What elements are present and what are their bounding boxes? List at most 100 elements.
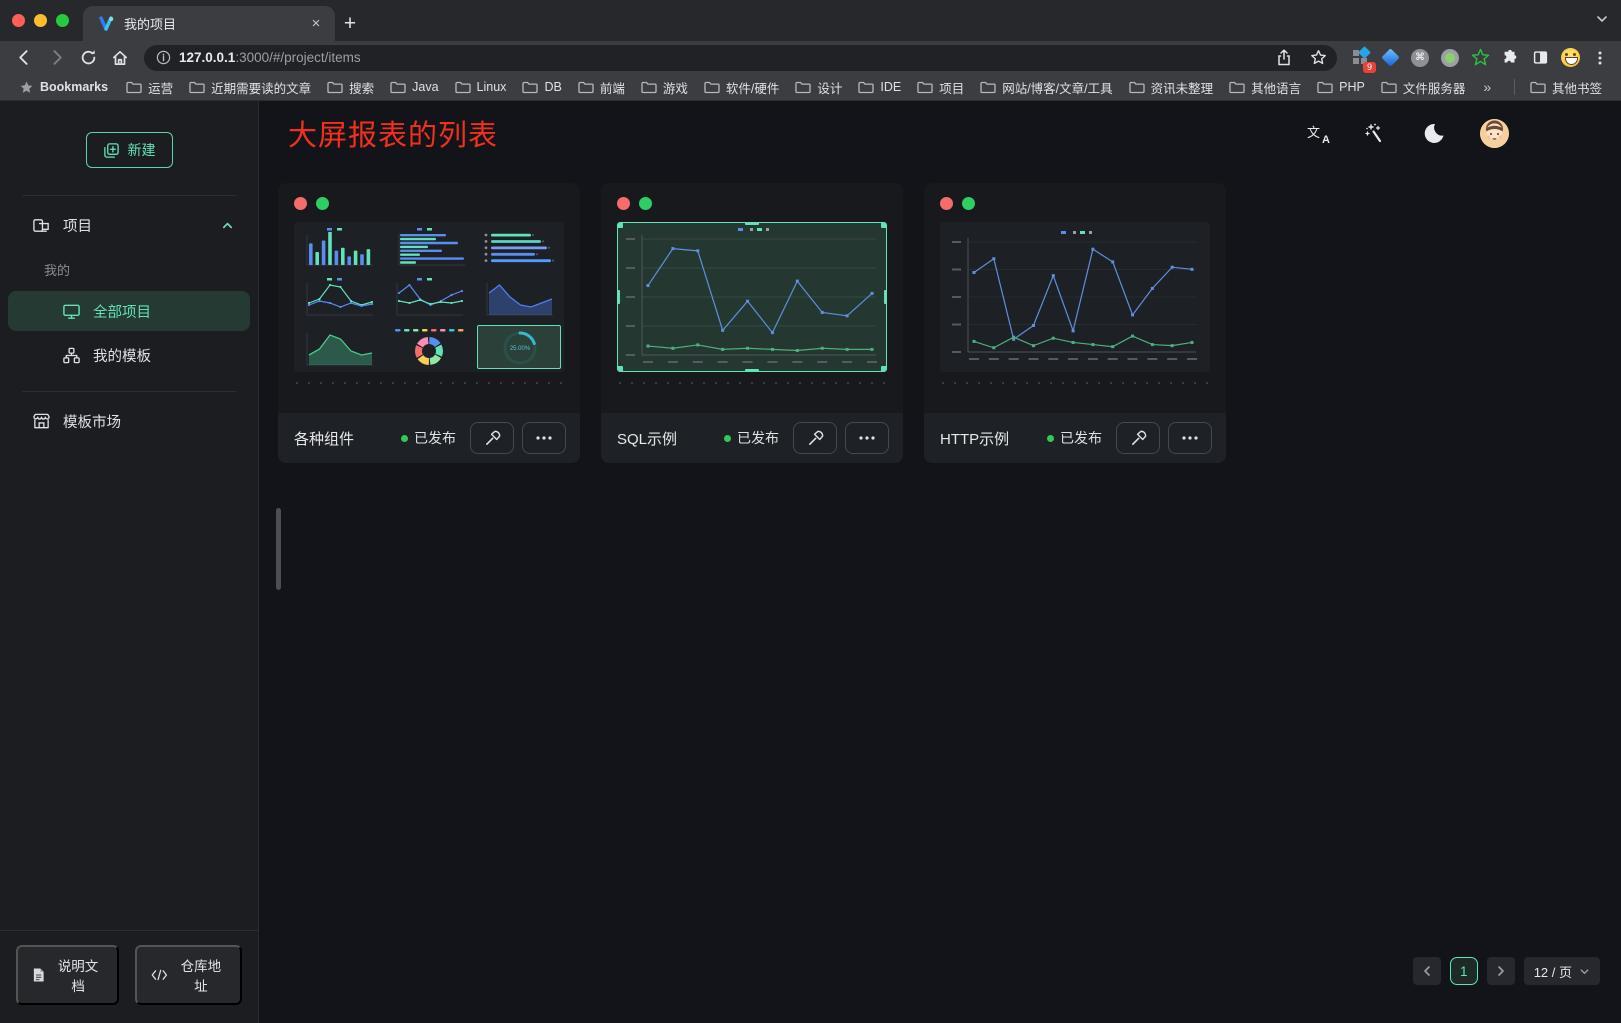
card-red-dot: [940, 197, 953, 210]
side-panel-icon[interactable]: [1527, 45, 1553, 71]
sidebar-item-label: 模板市场: [63, 411, 121, 432]
tab-title: 我的项目: [124, 14, 298, 33]
main-content: 大屏报表的列表 文A: [259, 101, 1621, 1023]
project-card[interactable]: 25.00% 各种组件 已发布: [278, 183, 580, 463]
dark-mode-moon-icon[interactable]: [1421, 120, 1447, 146]
bookmark-folder[interactable]: 设计: [788, 76, 849, 99]
edit-hammer-button[interactable]: [793, 422, 837, 454]
back-button[interactable]: [10, 44, 38, 72]
page-info-icon[interactable]: [156, 50, 171, 65]
bookmark-folder[interactable]: 其他语言: [1222, 76, 1308, 99]
bookmark-folder[interactable]: 搜索: [320, 76, 381, 99]
page-size-select[interactable]: 12 / 页: [1524, 957, 1600, 985]
more-options-button[interactable]: [845, 422, 889, 454]
publish-status: 已发布: [724, 428, 779, 448]
project-name: 各种组件: [294, 428, 393, 449]
card-green-dot: [639, 197, 652, 210]
page-title: 大屏报表的列表: [288, 112, 498, 154]
bookmark-folder[interactable]: PHP: [1310, 76, 1372, 99]
more-options-button[interactable]: [1168, 422, 1212, 454]
bookmark-star-icon[interactable]: [1305, 45, 1331, 71]
card-red-dot: [617, 197, 630, 210]
edit-hammer-button[interactable]: [1116, 422, 1160, 454]
bookmark-folder[interactable]: 运营: [119, 76, 180, 99]
share-icon[interactable]: [1271, 45, 1297, 71]
magic-wand-icon[interactable]: [1362, 120, 1388, 146]
url-text: 127.0.0.1:3000/#/project/items: [179, 50, 1263, 65]
mini-chart-thumbnail: [477, 275, 561, 319]
svg-text:25.00%: 25.00%: [510, 346, 531, 352]
new-tab-button[interactable]: +: [335, 6, 365, 41]
folder-icon: [327, 81, 343, 94]
bookmark-folder[interactable]: 前端: [571, 76, 632, 99]
folder-icon: [390, 81, 406, 94]
bookmark-folder[interactable]: Java: [383, 76, 445, 99]
pagination-prev-button[interactable]: [1413, 957, 1441, 985]
language-toggle-icon[interactable]: 文A: [1307, 122, 1329, 144]
folder-icon: [980, 81, 996, 94]
tab-close-icon[interactable]: ×: [307, 15, 325, 33]
address-bar[interactable]: 127.0.0.1:3000/#/project/items: [144, 45, 1337, 71]
card-green-dot: [962, 197, 975, 210]
extensions-puzzle-icon[interactable]: [1497, 45, 1523, 71]
pagination-page-1[interactable]: 1: [1450, 957, 1478, 985]
bookmark-folder[interactable]: 游戏: [634, 76, 695, 99]
chevron-down-icon: [1579, 966, 1590, 977]
user-avatar[interactable]: [1480, 119, 1509, 148]
more-options-button[interactable]: [522, 422, 566, 454]
bookmark-folder[interactable]: 文件服务器: [1374, 76, 1473, 99]
folder-icon: [1381, 81, 1397, 94]
bookmark-folder[interactable]: Linux: [448, 76, 514, 99]
sidebar-group-project[interactable]: 项目: [0, 204, 258, 246]
sidebar-item-my-templates[interactable]: 我的模板: [8, 335, 250, 375]
extension-gem-icon[interactable]: [1377, 45, 1403, 71]
project-preview-thumbnail[interactable]: [617, 222, 887, 372]
publish-status: 已发布: [401, 428, 456, 448]
publish-status: 已发布: [1047, 428, 1102, 448]
bookmarks-overflow-chevron[interactable]: »: [1476, 77, 1498, 97]
sidebar: 新建 项目 我的 全部项目: [0, 101, 259, 1023]
extension-smiley-icon[interactable]: [1557, 45, 1583, 71]
scrollbar-thumb[interactable]: [276, 508, 281, 590]
edit-hammer-button[interactable]: [470, 422, 514, 454]
tab-search-chevron-icon[interactable]: [1595, 12, 1609, 26]
bookmark-folder[interactable]: 网站/博客/文章/工具: [973, 76, 1119, 99]
star-icon: [19, 80, 34, 95]
bookmark-folder[interactable]: IDE: [851, 76, 908, 99]
bookmark-folder[interactable]: 资讯未整理: [1122, 76, 1221, 99]
extension-command-icon[interactable]: ⌘: [1407, 45, 1433, 71]
macos-minimize-button[interactable]: [34, 14, 47, 27]
sidebar-item-label: 全部项目: [93, 301, 151, 322]
folder-icon: [1129, 81, 1145, 94]
forward-button[interactable]: [42, 44, 70, 72]
project-card[interactable]: SQL示例 已发布: [601, 183, 903, 463]
reload-button[interactable]: [74, 44, 102, 72]
extension-tampermonkey-icon[interactable]: 9: [1347, 45, 1373, 71]
extension-green-star-icon[interactable]: [1467, 45, 1493, 71]
macos-close-button[interactable]: [12, 14, 25, 27]
macos-zoom-button[interactable]: [56, 14, 69, 27]
browser-menu-kebab-icon[interactable]: [1587, 45, 1613, 71]
bookmark-folder[interactable]: DB: [515, 76, 568, 99]
bookmark-folder[interactable]: 近期需要读的文章: [182, 76, 318, 99]
sidebar-item-template-market[interactable]: 模板市场: [0, 400, 258, 442]
pagination-next-button[interactable]: [1487, 957, 1515, 985]
card-red-dot: [294, 197, 307, 210]
new-project-button[interactable]: 新建: [86, 132, 173, 168]
sidebar-item-all-projects[interactable]: 全部项目: [8, 291, 250, 331]
card-green-dot: [316, 197, 329, 210]
browser-tab[interactable]: 我的项目 ×: [83, 6, 335, 41]
repo-button[interactable]: 仓库地址: [135, 945, 242, 1005]
project-name: HTTP示例: [940, 428, 1039, 449]
docs-button[interactable]: 说明文档: [16, 945, 119, 1005]
bookmark-folder[interactable]: 项目: [910, 76, 971, 99]
project-preview-thumbnail[interactable]: [940, 222, 1210, 372]
extension-recorder-icon[interactable]: [1437, 45, 1463, 71]
bookmarks-manager[interactable]: Bookmarks: [12, 78, 115, 97]
project-preview-thumbnail[interactable]: 25.00%: [294, 222, 564, 372]
home-button[interactable]: [106, 44, 134, 72]
other-bookmarks[interactable]: 其他书签: [1523, 76, 1609, 99]
bookmark-folder[interactable]: 软件/硬件: [697, 76, 786, 99]
folder-icon: [917, 81, 933, 94]
project-card[interactable]: HTTP示例 已发布: [924, 183, 1226, 463]
